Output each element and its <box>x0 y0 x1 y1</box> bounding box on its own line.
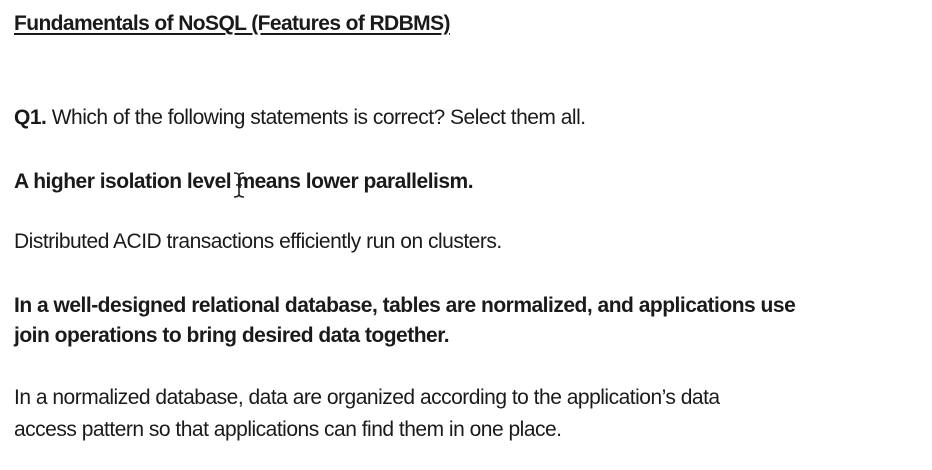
option-2[interactable]: Distributed ACID transactions efficientl… <box>14 230 502 254</box>
text-cursor-icon <box>233 172 245 198</box>
question-number: Q1. <box>14 106 47 129</box>
option-4-line-2[interactable]: access pattern so that applications can … <box>14 418 562 442</box>
question-q1: Q1. Which of the following statements is… <box>14 106 586 130</box>
question-text: Which of the following statements is cor… <box>46 106 586 129</box>
option-3-line-2[interactable]: join operations to bring desired data to… <box>14 324 450 348</box>
document-page: Fundamentals of NoSQL (Features of RDBMS… <box>0 0 932 470</box>
option-3-line-1[interactable]: In a well-designed relational database, … <box>14 294 796 318</box>
page-title: Fundamentals of NoSQL (Features of RDBMS… <box>14 12 450 35</box>
option-4-line-1[interactable]: In a normalized database, data are organ… <box>14 386 720 410</box>
